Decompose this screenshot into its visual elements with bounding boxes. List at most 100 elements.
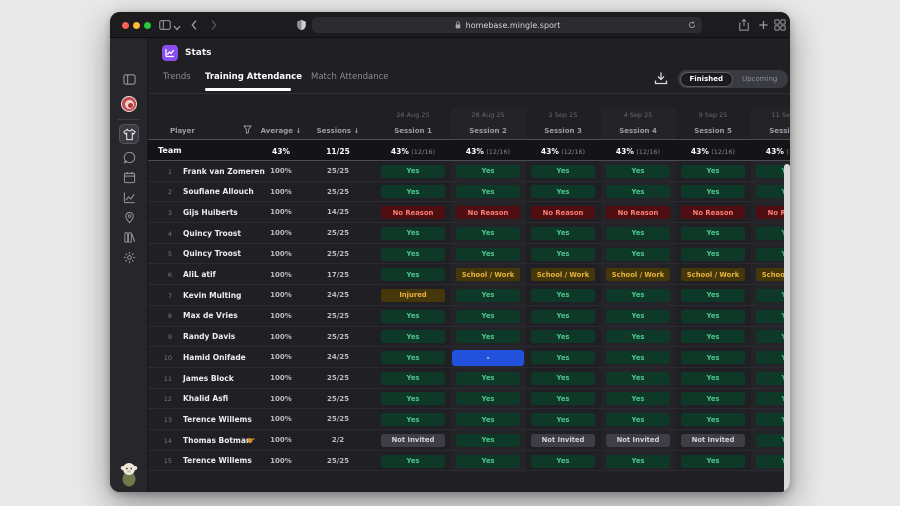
download-icon[interactable] [654, 71, 668, 85]
attendance-cell[interactable]: Yes [381, 372, 445, 385]
attendance-cell[interactable]: Yes [531, 455, 595, 468]
chevron-down-icon[interactable] [173, 21, 181, 35]
attendance-cell[interactable]: Injured [381, 289, 445, 302]
attendance-cell[interactable]: Yes [456, 289, 520, 302]
attendance-cell[interactable]: School / Work [456, 268, 520, 281]
sidebar-item-stats[interactable] [119, 187, 139, 207]
attendance-cell[interactable]: Yes [381, 268, 445, 281]
column-header-session[interactable]: Session 1 [376, 127, 451, 135]
segment-upcoming[interactable]: Upcoming [733, 72, 786, 87]
attendance-cell[interactable]: School / Work [531, 268, 595, 281]
attendance-cell[interactable]: Yes [456, 455, 520, 468]
tab-match-attendance[interactable]: Match Attendance [311, 72, 388, 82]
attendance-cell[interactable]: Yes [456, 330, 520, 343]
attendance-cell[interactable]: No Reason [606, 206, 670, 219]
attendance-cell[interactable]: Yes [531, 372, 595, 385]
sidebar-item-calendar[interactable] [119, 167, 139, 187]
table-row[interactable]: 15Terence Willems100%25/25YesYesYesYesYe… [148, 451, 790, 472]
attendance-cell[interactable]: Yes [681, 227, 745, 240]
new-tab-icon[interactable] [758, 18, 769, 32]
attendance-cell[interactable]: No Reason [531, 206, 595, 219]
table-row[interactable]: 9Randy Davis100%25/25YesYesYesYesYesYes [148, 327, 790, 348]
zoom-window-button[interactable] [144, 22, 151, 29]
sidebar-item-locations[interactable] [119, 207, 139, 227]
table-row[interactable]: 1Frank van Zomeren100%25/25YesYesYesYesY… [148, 161, 790, 182]
attendance-cell[interactable]: Yes [681, 248, 745, 261]
attendance-cell[interactable]: Not Invited [681, 434, 745, 447]
privacy-shield-icon[interactable] [296, 19, 307, 31]
attendance-cell[interactable]: School / Work [606, 268, 670, 281]
attendance-cell[interactable]: Yes [456, 372, 520, 385]
attendance-cell[interactable]: Yes [606, 289, 670, 302]
table-row[interactable]: 11James Block100%25/25YesYesYesYesYesYes [148, 368, 790, 389]
attendance-cell[interactable]: Yes [381, 185, 445, 198]
attendance-cell[interactable]: Yes [456, 392, 520, 405]
attendance-cell[interactable]: Yes [606, 392, 670, 405]
attendance-cell[interactable]: No Reason [381, 206, 445, 219]
attendance-cell[interactable]: Yes [606, 330, 670, 343]
attendance-cell[interactable]: Yes [456, 310, 520, 323]
attendance-cell[interactable]: Yes [456, 248, 520, 261]
attendance-cell[interactable]: No Reason [681, 206, 745, 219]
attendance-cell[interactable]: Yes [381, 248, 445, 261]
attendance-cell[interactable]: Yes [606, 227, 670, 240]
attendance-cell[interactable]: Yes [531, 227, 595, 240]
attendance-cell[interactable]: Yes [681, 372, 745, 385]
attendance-cell[interactable]: Yes [456, 413, 520, 426]
table-row[interactable]: 4Quincy Troost100%25/25YesYesYesYesYesYe… [148, 223, 790, 244]
table-row[interactable]: 13Terence Willems100%25/25YesYesYesYesYe… [148, 409, 790, 430]
attendance-cell[interactable]: Yes [606, 165, 670, 178]
attendance-cell[interactable]: Yes [681, 289, 745, 302]
table-row[interactable]: 12Khalid Asfi100%25/25YesYesYesYesYesYes [148, 389, 790, 410]
column-header-session[interactable]: Session 4 [601, 127, 676, 135]
attendance-cell[interactable]: Yes [456, 165, 520, 178]
attendance-cell[interactable]: Yes [381, 392, 445, 405]
sidebar-item-library[interactable] [119, 227, 139, 247]
panel-toggle-icon[interactable] [119, 69, 139, 89]
table-row[interactable]: 14Thomas Botman100%2/2Not InvitedYesNot … [148, 430, 790, 451]
column-header-session[interactable]: Session 5 [676, 127, 751, 135]
reload-icon[interactable] [688, 21, 696, 29]
tab-trends[interactable]: Trends [163, 72, 191, 82]
attendance-cell[interactable]: Yes [606, 372, 670, 385]
table-row[interactable]: 5Quincy Troost100%25/25YesYesYesYesYesYe… [148, 244, 790, 265]
attendance-cell[interactable]: Yes [531, 248, 595, 261]
attendance-cell[interactable]: Yes [381, 330, 445, 343]
attendance-cell[interactable]: Yes [531, 165, 595, 178]
attendance-cell[interactable]: Yes [531, 330, 595, 343]
column-header-average[interactable]: Average ↓ [253, 127, 309, 135]
attendance-cell[interactable]: Yes [381, 227, 445, 240]
attendance-cell[interactable]: No Reason [456, 206, 520, 219]
attendance-cell[interactable]: Yes [606, 185, 670, 198]
table-row[interactable]: 6AliL atif100%17/25YesSchool / WorkSchoo… [148, 265, 790, 286]
attendance-cell[interactable]: Yes [681, 310, 745, 323]
filter-icon[interactable] [243, 125, 252, 134]
attendance-cell[interactable]: Yes [606, 310, 670, 323]
attendance-cell[interactable]: Yes [681, 351, 745, 364]
attendance-cell[interactable]: Yes [381, 310, 445, 323]
table-row[interactable]: 2Soufiane Allouch100%25/25YesYesYesYesYe… [148, 182, 790, 203]
attendance-cell[interactable]: Yes [606, 248, 670, 261]
attendance-cell[interactable]: Yes [531, 185, 595, 198]
attendance-cell[interactable]: Yes [531, 413, 595, 426]
attendance-cell[interactable]: Yes [531, 392, 595, 405]
attendance-cell[interactable]: Yes [531, 351, 595, 364]
sidebar-toggle-icon[interactable] [158, 18, 172, 32]
tab-training-attendance[interactable]: Training Attendance [205, 72, 302, 82]
attendance-cell[interactable]: Yes [456, 185, 520, 198]
sidebar-item-chat[interactable] [119, 147, 139, 167]
table-row[interactable]: 3Gijs Huiberts100%14/25No ReasonNo Reaso… [148, 202, 790, 223]
column-header-session[interactable]: Session 2 [451, 127, 526, 135]
address-bar[interactable]: homebase.mingle.sport [312, 17, 702, 33]
attendance-cell[interactable]: Yes [606, 455, 670, 468]
table-row[interactable]: 7Kevin Multing100%24/25InjuredYesYesYesY… [148, 285, 790, 306]
attendance-cell[interactable]: Yes [681, 413, 745, 426]
attendance-cell[interactable]: Yes [681, 455, 745, 468]
close-window-button[interactable] [122, 22, 129, 29]
attendance-cell[interactable]: Yes [606, 413, 670, 426]
attendance-cell[interactable]: Not Invited [606, 434, 670, 447]
attendance-cell[interactable]: Yes [681, 392, 745, 405]
vertical-scrollbar[interactable] [784, 164, 790, 492]
tab-overview-icon[interactable] [774, 18, 786, 32]
attendance-cell[interactable]: Yes [681, 165, 745, 178]
